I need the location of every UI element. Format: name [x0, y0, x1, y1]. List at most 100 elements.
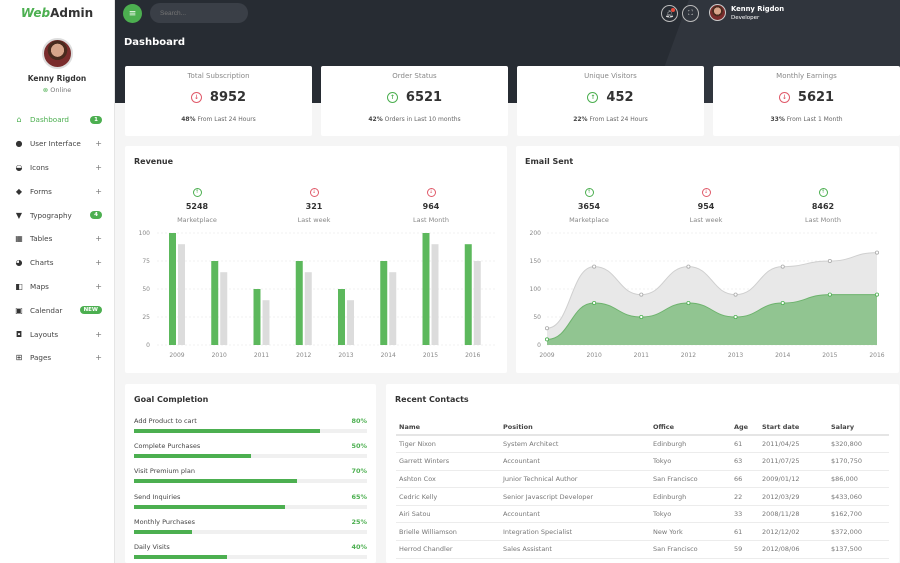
brand-logo[interactable]: Web Admin — [0, 0, 114, 26]
table-cell: $137,500 — [828, 540, 889, 559]
table-cell: 2008/11/28 — [759, 505, 828, 524]
goal-label: Send Inquiries — [134, 492, 181, 501]
sidebar-item-calendar[interactable]: ▣ Calendar NEW — [0, 298, 114, 322]
table-cell: Tokyo — [650, 505, 731, 524]
x-tick-label: 2013 — [338, 352, 353, 359]
data-point — [780, 300, 785, 305]
table-row[interactable]: Airi Satou Accountant Tokyo 33 2008/11/28 $16… — [396, 505, 889, 524]
user-menu[interactable]: Kenny Rigdon Developer — [731, 5, 784, 21]
table-icon: ▦ — [15, 234, 23, 244]
column-header[interactable]: Office — [650, 419, 731, 436]
bar-0 — [380, 261, 388, 345]
y-tick-label: 50 — [533, 314, 541, 321]
table-cell: Ashton Cox — [396, 470, 500, 489]
goal-percent: 25% — [351, 517, 367, 526]
sidebar-item-pages[interactable]: ⊞ Pages + — [0, 346, 114, 370]
sidebar: Web Admin Kenny Rigdon ⊗ Online ⌂ Dashboar… — [0, 0, 115, 563]
goal-item: Daily Visits 40% — [134, 543, 367, 563]
y-tick-label: 50 — [142, 286, 150, 293]
table-cell: 33 — [731, 505, 759, 524]
sidebar-item-maps[interactable]: ◧ Maps + — [0, 275, 114, 299]
stat-percent: 48% — [181, 116, 196, 123]
goal-progress-track — [134, 454, 367, 459]
table-row[interactable]: Garrett Winters Accountant Tokyo 63 2011/07/… — [396, 452, 889, 471]
data-point — [874, 250, 879, 255]
goal-percent: 40% — [351, 543, 367, 551]
goal-item: Add Product to cart 80% — [134, 417, 367, 443]
goal-label: Daily Visits — [134, 543, 170, 551]
sidebar-item-icons[interactable]: ◒ Icons + — [0, 156, 114, 180]
column-header[interactable]: Start date — [759, 419, 828, 436]
expand-icon: ⛶ — [688, 9, 693, 17]
sidebar-item-label: User Interface — [30, 139, 81, 149]
bar-0 — [338, 289, 345, 345]
fullscreen-button[interactable]: ⛶ — [682, 5, 699, 22]
home-icon: ⌂ — [16, 115, 22, 125]
sidebar-item-tables[interactable]: ▦ Tables + — [0, 227, 114, 251]
sidebar-item-user-interface[interactable]: ● User Interface + — [0, 132, 114, 156]
pie-chart-icon: ◕ — [15, 258, 23, 268]
y-tick-label: 75 — [142, 258, 150, 265]
stat-percent: 22% — [573, 116, 588, 123]
table-row[interactable]: Ashton Cox Junior Technical Author San Fra… — [396, 470, 889, 489]
x-tick-label: 2016 — [869, 352, 884, 359]
column-header[interactable]: Name — [396, 419, 500, 436]
table-cell: 59 — [731, 540, 759, 559]
avatar[interactable] — [41, 38, 73, 69]
table-row[interactable]: Brielle Williamson Integration Specialist… — [396, 522, 889, 542]
table-cell: Senior Javascript Developer — [500, 487, 650, 506]
user-role: Developer — [731, 15, 760, 21]
x-tick-label: 2011 — [634, 352, 649, 359]
bar-1 — [389, 272, 397, 345]
x-tick-label: 2009 — [539, 352, 554, 359]
sidebar-profile: Kenny Rigdon ⊗ Online — [0, 38, 114, 94]
goal-progress-fill — [134, 479, 298, 484]
bar-1 — [220, 272, 228, 345]
expand-plus-icon: + — [95, 258, 102, 268]
goal-progress-fill — [134, 555, 228, 559]
notifications-button[interactable]: 🔔︎ — [661, 5, 678, 22]
column-header[interactable]: Position — [500, 419, 650, 436]
table-cell: San Francisco — [650, 540, 731, 559]
user-avatar[interactable] — [709, 4, 726, 21]
trend-down-icon: ↓ — [190, 92, 202, 103]
table-cell: $162,700 — [828, 505, 889, 524]
table-cell: 61 — [731, 435, 759, 454]
bar-0 — [422, 233, 430, 345]
table-cell: Brielle Williamson — [396, 522, 500, 542]
stat-subtitle: Orders in Last 10 months — [382, 116, 461, 123]
menu-toggle-button[interactable]: ≡ — [123, 4, 142, 23]
data-point — [686, 300, 691, 305]
x-tick-label: 2010 — [212, 352, 227, 359]
expand-plus-icon: + — [95, 234, 102, 244]
table-row[interactable]: Herrod Chandler Sales Assistant San Franci… — [396, 540, 889, 559]
table-cell: Garrett Winters — [396, 452, 500, 471]
table-row[interactable]: Tiger Nixon System Architect Edinburgh 61 20… — [396, 435, 889, 454]
data-point — [639, 292, 644, 297]
sidebar-item-layouts[interactable]: ◘ Layouts + — [0, 322, 114, 346]
stat-percent: 42% — [368, 116, 383, 123]
sidebar-item-charts[interactable]: ◕ Charts + — [0, 251, 114, 275]
stat-subtitle: From Last 24 Hours — [195, 116, 256, 123]
table-cell: Edinburgh — [650, 487, 731, 506]
y-tick-label: 0 — [146, 342, 150, 349]
sidebar-item-forms[interactable]: ◆ Forms + — [0, 179, 114, 203]
table-row[interactable]: Cedric Kelly Senior Javascript Developer E… — [396, 487, 889, 506]
y-tick-label: 0 — [537, 342, 541, 349]
column-header[interactable]: Age — [731, 419, 759, 436]
table-cell: 22 — [731, 487, 759, 506]
table-cell: San Francisco — [650, 470, 731, 489]
data-point — [592, 264, 597, 269]
x-tick-label: 2013 — [728, 352, 743, 359]
column-header[interactable]: Salary — [828, 419, 889, 436]
circle-icon: ● — [15, 139, 23, 149]
trend-up-icon: ↑ — [587, 92, 599, 103]
search-input[interactable] — [150, 3, 248, 23]
table-cell: Junior Technical Author — [500, 470, 650, 489]
data-point — [639, 314, 644, 319]
goal-percent: 70% — [351, 467, 367, 476]
sidebar-item-dashboard[interactable]: ⌂ Dashboard 1 — [0, 108, 114, 132]
diamond-icon: ▼ — [15, 210, 23, 220]
table-cell: Integration Specialist — [500, 522, 650, 542]
sidebar-item-typography[interactable]: ▼ Typography 4 — [0, 203, 114, 227]
